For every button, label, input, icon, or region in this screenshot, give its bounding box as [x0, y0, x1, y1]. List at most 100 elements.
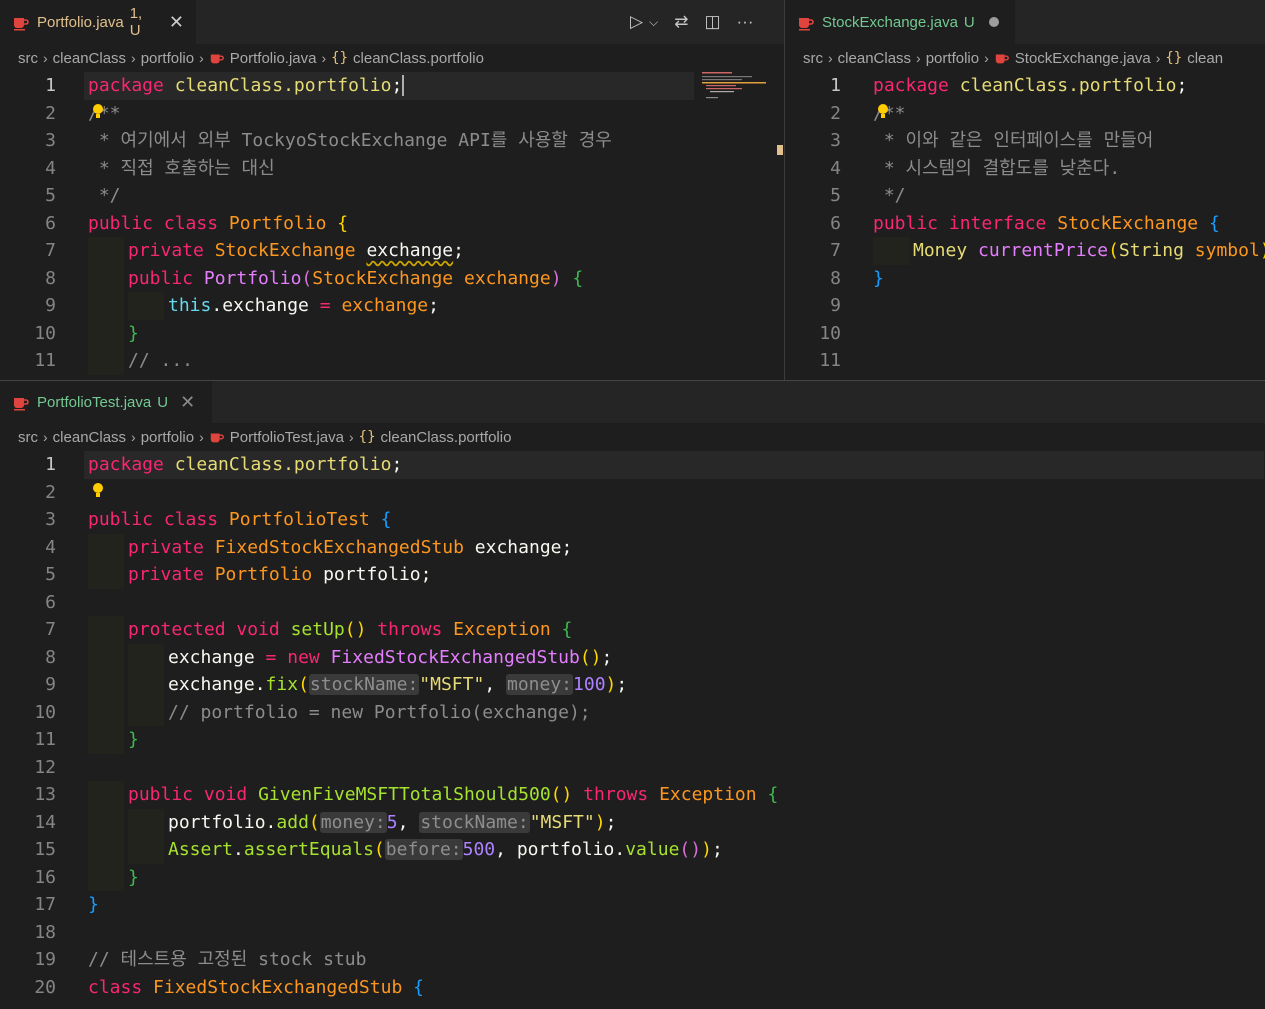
- java-coffee-icon: [12, 13, 30, 31]
- line-number: 11: [34, 350, 56, 371]
- code-line: public class PortfolioTest {: [88, 509, 392, 530]
- line-number: 3: [830, 130, 841, 151]
- close-icon[interactable]: ✕: [180, 392, 195, 413]
- line-number: 2: [45, 481, 56, 503]
- line-number: 2: [45, 102, 56, 124]
- line-number: 20: [34, 976, 56, 998]
- line-number: 9: [830, 295, 841, 316]
- breadcrumb-item[interactable]: portfolio: [141, 429, 194, 446]
- breadcrumb-item[interactable]: src: [18, 429, 38, 446]
- tab-portfoliotest-java[interactable]: PortfolioTest.java U ✕: [0, 381, 212, 423]
- code-line: private StockExchange exchange;: [128, 240, 464, 261]
- tab-bar: PortfolioTest.java U ✕: [0, 381, 1265, 423]
- line-number: 1: [830, 75, 841, 96]
- line-number: 4: [45, 536, 56, 558]
- line-number: 12: [34, 756, 56, 778]
- chevron-down-icon[interactable]: ⌵: [649, 15, 658, 30]
- editor-actions: ▷ ⌵ ⇄ ◫ ···: [630, 0, 753, 44]
- lightbulb-icon[interactable]: [92, 481, 104, 499]
- run-icon[interactable]: ▷: [630, 12, 643, 32]
- code-editor[interactable]: 1 package cleanClass.portfolio; 2/** 3 * …: [0, 72, 784, 380]
- code-line: */: [88, 185, 121, 206]
- tab-bar: StockExchange.java U: [785, 0, 1265, 44]
- line-number: 14: [34, 811, 56, 833]
- breadcrumb-item[interactable]: StockExchange.java: [1015, 50, 1151, 67]
- code-line: private Portfolio portfolio;: [128, 564, 432, 585]
- line-number: 7: [45, 240, 56, 261]
- inlay-hint: stockName:: [419, 811, 530, 833]
- code-editor[interactable]: 1 package cleanClass.portfolio; 2 3 public…: [0, 451, 1265, 1009]
- line-number: 8: [830, 267, 841, 289]
- breadcrumb-item[interactable]: cleanClass.portfolio: [381, 429, 512, 446]
- breadcrumb-item[interactable]: portfolio: [926, 50, 979, 67]
- line-number: 1: [45, 454, 56, 475]
- line-number: 19: [34, 949, 56, 970]
- minimap[interactable]: [700, 70, 768, 110]
- line-number: 1: [45, 75, 56, 96]
- breadcrumb-item[interactable]: clean: [1187, 50, 1223, 67]
- code-line: public Portfolio(StockExchange exchange)…: [128, 267, 584, 289]
- code-line: public interface StockExchange {: [873, 212, 1220, 234]
- line-number: 2: [830, 102, 841, 124]
- code-line: package cleanClass.portfolio;: [88, 75, 405, 96]
- line-number: 17: [34, 894, 56, 915]
- java-coffee-icon: [797, 13, 815, 31]
- line-number: 18: [34, 921, 56, 943]
- tab-label: PortfolioTest.java: [37, 393, 152, 411]
- lightbulb-icon[interactable]: [877, 102, 889, 120]
- code-line: */: [873, 185, 906, 206]
- breadcrumb-item[interactable]: src: [803, 50, 823, 67]
- namespace-icon: {}: [1165, 50, 1183, 66]
- line-number: 13: [34, 784, 56, 805]
- line-number: 6: [45, 591, 56, 613]
- breadcrumb-item[interactable]: PortfolioTest.java: [230, 429, 344, 446]
- line-number: 10: [819, 322, 841, 344]
- breadcrumb-item[interactable]: cleanClass: [53, 429, 126, 446]
- breadcrumb-item[interactable]: cleanClass.portfolio: [353, 50, 484, 67]
- namespace-icon: {}: [331, 50, 349, 66]
- tab-stockexchange-java[interactable]: StockExchange.java U: [785, 0, 1015, 44]
- code-line: package cleanClass.portfolio;: [873, 75, 1188, 96]
- code-line: exchange = new FixedStockExchangedStub()…: [168, 646, 613, 668]
- scrollbar-warning-marker: [777, 145, 783, 155]
- java-coffee-icon: [209, 50, 225, 66]
- line-number: 3: [45, 509, 56, 530]
- line-number: 8: [45, 646, 56, 668]
- code-editor[interactable]: 1 package cleanClass.portfolio; 2/** 3 * …: [785, 72, 1265, 380]
- compare-changes-icon[interactable]: ⇄: [674, 12, 688, 32]
- breadcrumb-item[interactable]: cleanClass: [53, 50, 126, 67]
- code-line: portfolio.add(money:5, stockName:"MSFT")…: [168, 811, 617, 833]
- code-line: }: [88, 894, 99, 915]
- tab-label: Portfolio.java: [37, 13, 124, 31]
- line-number: 16: [34, 866, 56, 888]
- close-icon[interactable]: ✕: [169, 12, 184, 33]
- java-coffee-icon: [209, 429, 225, 445]
- tab-status: U: [963, 13, 975, 31]
- tab-portfolio-java[interactable]: Portfolio.java 1, U ✕: [0, 0, 196, 44]
- code-line: // portfolio = new Portfolio(exchange);: [168, 701, 591, 723]
- breadcrumb-item[interactable]: cleanClass: [838, 50, 911, 67]
- line-number: 5: [45, 564, 56, 585]
- tab-status: 1, U: [129, 5, 143, 39]
- line-number: 7: [830, 240, 841, 261]
- line-number: 9: [45, 674, 56, 695]
- breadcrumb-item[interactable]: portfolio: [141, 50, 194, 67]
- line-number: 4: [45, 157, 56, 179]
- code-line: Money currentPrice(String symbol);: [913, 240, 1265, 261]
- java-coffee-icon: [994, 50, 1010, 66]
- inlay-hint: money:: [506, 674, 574, 695]
- inlay-hint: money:: [319, 811, 387, 833]
- breadcrumb-item[interactable]: Portfolio.java: [230, 50, 317, 67]
- tab-label: StockExchange.java: [822, 13, 958, 31]
- breadcrumb: src › cleanClass › portfolio › Portfolio.ja…: [18, 49, 484, 67]
- line-number: 8: [45, 267, 56, 289]
- more-actions-icon[interactable]: ···: [737, 12, 754, 32]
- breadcrumb-item[interactable]: src: [18, 50, 38, 67]
- line-number: 4: [830, 157, 841, 179]
- code-line: package cleanClass.portfolio;: [88, 454, 403, 475]
- split-editor-icon[interactable]: ◫: [704, 12, 720, 32]
- line-number: 15: [34, 839, 56, 860]
- unsaved-dot-icon[interactable]: [988, 17, 999, 27]
- lightbulb-icon[interactable]: [92, 102, 104, 120]
- editor-pane-stockexchange: StockExchange.java U src › cleanClass › po…: [785, 0, 1265, 380]
